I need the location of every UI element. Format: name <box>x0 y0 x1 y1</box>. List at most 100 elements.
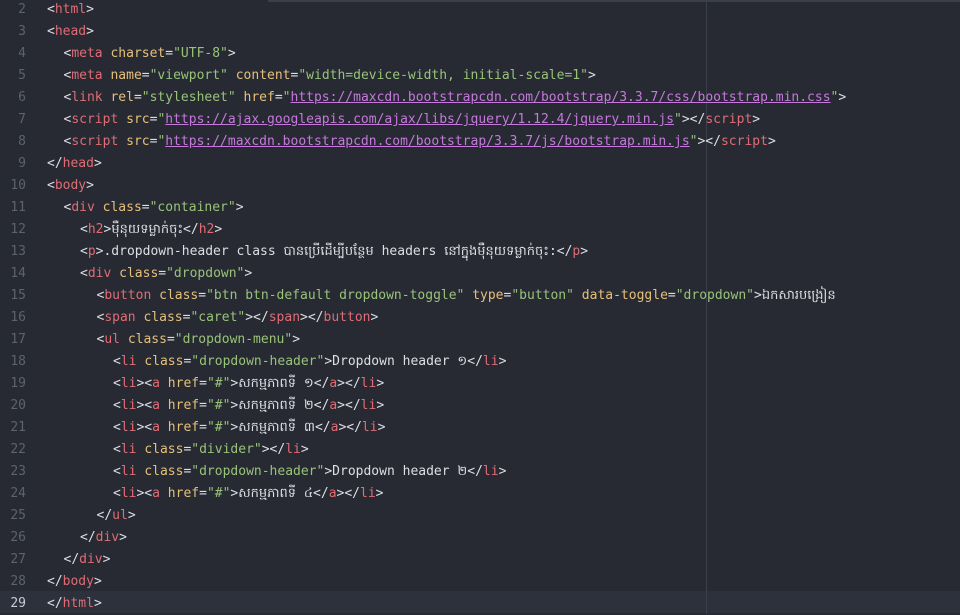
code-token: "#" <box>206 420 231 435</box>
code-line[interactable]: 24 <li><a href="#">សកម្មភាពទី ៤</a></li> <box>0 483 960 505</box>
code-token: html <box>54 2 87 17</box>
code-line[interactable]: 13 <p > .dropdown-header class បានប្រើដើម្ប… <box>0 241 960 263</box>
code-token: class <box>127 332 167 347</box>
code-token: > <box>376 376 385 391</box>
code-token: ></ <box>338 420 362 435</box>
code-token: > <box>86 178 94 193</box>
code-text: <li><a href="#">សកម្មភាពទី ១</a></li> <box>113 373 384 395</box>
code-token: < <box>47 178 55 193</box>
code-token: < <box>47 2 55 17</box>
code-token: li <box>482 464 499 479</box>
code-token: </ <box>314 420 331 435</box>
code-token: > <box>376 398 385 413</box>
code-token: សកម្មភាពទី ១ <box>238 376 314 391</box>
code-token: li <box>482 354 499 369</box>
code-line[interactable]: 18 <li class="dropdown-header">Dropdown h… <box>0 351 960 373</box>
code-token: > <box>752 112 761 127</box>
code-line[interactable]: 8 <script src="https://maxcdn.bootstrapcd… <box>0 131 960 153</box>
code-token: ></ <box>261 442 286 457</box>
code-token: ម៉ឺនុយទម្លាក់ចុះ <box>111 222 184 237</box>
code-token: class <box>119 266 159 281</box>
code-token: > <box>93 156 102 171</box>
code-token: src <box>126 134 150 149</box>
code-line[interactable]: 6 <link rel="stylesheet" href="https://ma… <box>0 87 960 109</box>
code-line[interactable]: 23 <li class="dropdown-header">Dropdown h… <box>0 461 960 483</box>
code-token[interactable]: https://ajax.googleapis.com/ajax/libs/jq… <box>165 112 674 127</box>
code-token[interactable]: https://maxcdn.bootstrapcdn.com/bootstra… <box>165 134 689 149</box>
code-token: script <box>720 134 768 149</box>
code-text: <script src="https://ajax.googleapis.com… <box>64 109 761 131</box>
code-token: = <box>165 46 174 61</box>
code-token: = <box>158 266 167 281</box>
code-token: </ <box>467 464 483 479</box>
code-token: </ <box>467 354 483 369</box>
code-token: ></ <box>336 486 361 501</box>
code-text: </html> <box>47 593 102 615</box>
code-token: a <box>329 376 338 391</box>
code-line[interactable]: 3 <head> <box>0 21 960 43</box>
code-token[interactable]: https://maxcdn.bootstrapcdn.com/bootstra… <box>291 90 831 105</box>
code-line[interactable]: 26 </div> <box>0 527 960 549</box>
code-text: </head> <box>47 153 102 175</box>
code-token: "viewport" <box>149 68 228 83</box>
code-token: > <box>235 200 244 215</box>
code-line[interactable]: 19 <li><a href="#">សកម្មភាពទី ១</a></li> <box>0 373 960 395</box>
code-line[interactable]: 21 <li><a href="#">សកម្មភាពទី ៣</a></li> <box>0 417 960 439</box>
code-token: = <box>141 68 150 83</box>
code-token: "dropdown-menu" <box>174 332 293 347</box>
line-number: 20 <box>10 398 26 413</box>
code-token: > <box>767 134 776 149</box>
code-line[interactable]: 10 <body> <box>0 175 960 197</box>
code-line[interactable]: 5 <meta name="viewport" content="width=de… <box>0 65 960 87</box>
code-line[interactable]: 7 <script src="https://ajax.googleapis.co… <box>0 109 960 131</box>
code-token: >< <box>136 420 153 435</box>
code-line[interactable]: 16 <span class="caret"></span></button> <box>0 307 960 329</box>
code-token: < <box>113 442 121 457</box>
code-line[interactable]: 17 <ul class="dropdown-menu"> <box>0 329 960 351</box>
code-token: script <box>705 112 753 127</box>
code-token: li <box>120 376 137 391</box>
code-line[interactable]: 27 </div> <box>0 549 960 571</box>
code-token: meta <box>71 46 111 61</box>
code-token: = <box>667 288 676 303</box>
code-token: > <box>86 2 94 17</box>
code-token: "#" <box>206 398 231 413</box>
code-token: < <box>47 24 55 39</box>
code-token: > <box>838 90 847 105</box>
code-token: = <box>199 420 207 435</box>
code-token: class <box>143 310 183 325</box>
code-token: li <box>360 376 377 391</box>
code-line[interactable]: 28 </body> <box>0 571 960 593</box>
code-line[interactable]: 25 </ul> <box>0 505 960 527</box>
code-token: button <box>104 288 160 303</box>
code-token: li <box>120 354 145 369</box>
code-line[interactable]: 4 <meta charset="UTF-8"> <box>0 43 960 65</box>
code-token: Dropdown header ២ <box>332 464 468 479</box>
code-line[interactable]: 14 <div class="dropdown"> <box>0 263 960 285</box>
code-line[interactable]: 11 <div class="container"> <box>0 197 960 219</box>
line-number: 18 <box>10 354 26 369</box>
code-token: ឯកសារបង្រៀន <box>761 288 836 303</box>
code-editor[interactable]: 2 <html> 3 <head> 4 <meta charset="UTF-8"> 5 <m… <box>0 0 960 614</box>
code-line[interactable]: 12 <h2>ម៉ឺនុយទម្លាក់ចុះ</h2> <box>0 219 960 241</box>
code-token: h2 <box>198 222 215 237</box>
code-line[interactable]: 15 <button class="btn btn-default dropdow… <box>0 285 960 307</box>
code-text: <li class="divider"></li> <box>113 439 309 461</box>
code-token: li <box>361 420 378 435</box>
code-line[interactable]: 22 <li class="divider"></li> <box>0 439 960 461</box>
code-line[interactable]: 9 </head> <box>0 153 960 175</box>
code-token: </ <box>313 376 330 391</box>
code-token: ></ <box>245 310 269 325</box>
code-token: " <box>282 90 291 105</box>
code-line[interactable]: 20 <li><a href="#">សកម្មភាពទី ២</a></li> <box>0 395 960 417</box>
code-token: li <box>360 398 377 413</box>
line-number: 26 <box>10 530 26 545</box>
code-text: <div class="container"> <box>64 197 244 219</box>
code-line[interactable]: 29 </html> <box>0 593 960 615</box>
code-token: content <box>235 68 291 83</box>
line-number: 29 <box>10 596 26 611</box>
code-line[interactable]: 2 <html> <box>0 0 960 21</box>
code-token: > <box>214 222 223 237</box>
code-token: "container" <box>149 200 236 215</box>
code-token: class <box>102 200 142 215</box>
